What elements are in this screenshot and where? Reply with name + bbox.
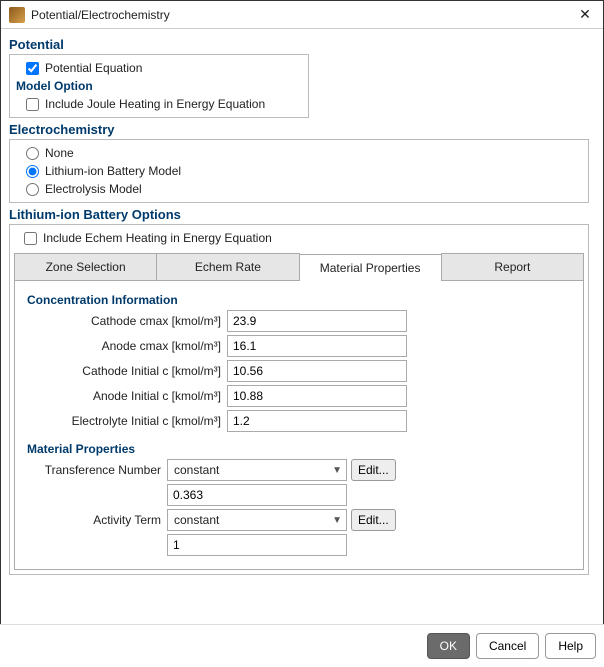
cathode-initial-input[interactable] <box>227 360 407 382</box>
transference-row: Transference Number constant ▼ Edit... <box>27 459 571 481</box>
transference-value-input[interactable] <box>167 484 347 506</box>
joule-heating-label: Include Joule Heating in Energy Equation <box>45 97 265 111</box>
radio-electrolysis-label: Electrolysis Model <box>45 182 142 196</box>
joule-heating-row: Include Joule Heating in Energy Equation <box>16 95 302 113</box>
radio-lithium-label: Lithium-ion Battery Model <box>45 164 181 178</box>
anode-cmax-label: Anode cmax [kmol/m³] <box>27 339 227 353</box>
concentration-heading: Concentration Information <box>27 293 571 307</box>
material-properties-pane: Concentration Information Cathode cmax [… <box>14 281 584 570</box>
electrochemistry-panel: None Lithium-ion Battery Model Electroly… <box>9 139 589 203</box>
material-properties-heading: Material Properties <box>27 442 571 456</box>
ok-button[interactable]: OK <box>427 633 470 659</box>
anode-initial-row: Anode Initial c [kmol/m³] <box>27 385 571 407</box>
window-title: Potential/Electrochemistry <box>31 8 575 22</box>
activity-value-input[interactable] <box>167 534 347 556</box>
anode-initial-input[interactable] <box>227 385 407 407</box>
potential-equation-label: Potential Equation <box>45 61 142 75</box>
tab-report[interactable]: Report <box>441 253 584 280</box>
electrolyte-initial-row: Electrolyte Initial c [kmol/m³] <box>27 410 571 432</box>
chevron-down-icon: ▼ <box>332 465 342 476</box>
transference-label: Transference Number <box>27 463 167 477</box>
radio-electrolysis[interactable] <box>26 183 39 196</box>
app-icon <box>9 7 25 23</box>
tab-material-properties[interactable]: Material Properties <box>299 254 442 281</box>
radio-none-label: None <box>45 146 74 160</box>
potential-panel: Potential Equation Model Option Include … <box>9 54 309 118</box>
electrolyte-initial-label: Electrolyte Initial c [kmol/m³] <box>27 414 227 428</box>
radio-none-row: None <box>16 144 582 162</box>
joule-heating-checkbox[interactable] <box>26 98 39 111</box>
radio-lithium-row: Lithium-ion Battery Model <box>16 162 582 180</box>
help-button[interactable]: Help <box>545 633 596 659</box>
potential-heading: Potential <box>9 37 595 52</box>
lithium-options-heading: Lithium-ion Battery Options <box>9 207 595 222</box>
cathode-initial-label: Cathode Initial c [kmol/m³] <box>27 364 227 378</box>
radio-none[interactable] <box>26 147 39 160</box>
electrochemistry-heading: Electrochemistry <box>9 122 595 137</box>
activity-edit-button[interactable]: Edit... <box>351 509 396 531</box>
anode-initial-label: Anode Initial c [kmol/m³] <box>27 389 227 403</box>
activity-value-row <box>27 534 571 556</box>
electrolyte-initial-input[interactable] <box>227 410 407 432</box>
radio-electrolysis-row: Electrolysis Model <box>16 180 582 198</box>
cathode-cmax-row: Cathode cmax [kmol/m³] <box>27 310 571 332</box>
echem-heating-label: Include Echem Heating in Energy Equation <box>43 231 272 245</box>
dialog-footer: OK Cancel Help <box>0 624 604 667</box>
anode-cmax-row: Anode cmax [kmol/m³] <box>27 335 571 357</box>
titlebar: Potential/Electrochemistry ✕ <box>1 1 603 29</box>
model-option-heading: Model Option <box>16 79 302 93</box>
echem-heating-checkbox[interactable] <box>24 232 37 245</box>
cancel-button[interactable]: Cancel <box>476 633 539 659</box>
transference-dropdown-text: constant <box>174 463 332 477</box>
activity-dropdown[interactable]: constant ▼ <box>167 509 347 531</box>
cathode-cmax-label: Cathode cmax [kmol/m³] <box>27 314 227 328</box>
tabbar: Zone Selection Echem Rate Material Prope… <box>14 253 584 281</box>
transference-value-row <box>27 484 571 506</box>
cathode-cmax-input[interactable] <box>227 310 407 332</box>
potential-equation-checkbox[interactable] <box>26 62 39 75</box>
echem-heating-row: Include Echem Heating in Energy Equation <box>14 229 584 247</box>
anode-cmax-input[interactable] <box>227 335 407 357</box>
tab-zone-selection[interactable]: Zone Selection <box>14 253 157 280</box>
cathode-initial-row: Cathode Initial c [kmol/m³] <box>27 360 571 382</box>
tab-echem-rate[interactable]: Echem Rate <box>156 253 299 280</box>
chevron-down-icon: ▼ <box>332 515 342 526</box>
activity-dropdown-text: constant <box>174 513 332 527</box>
transference-dropdown[interactable]: constant ▼ <box>167 459 347 481</box>
activity-row: Activity Term constant ▼ Edit... <box>27 509 571 531</box>
activity-label: Activity Term <box>27 513 167 527</box>
lithium-options-panel: Include Echem Heating in Energy Equation… <box>9 224 589 575</box>
transference-edit-button[interactable]: Edit... <box>351 459 396 481</box>
close-icon[interactable]: ✕ <box>575 5 595 25</box>
radio-lithium[interactable] <box>26 165 39 178</box>
dialog-content: Potential Potential Equation Model Optio… <box>1 29 603 587</box>
potential-equation-row: Potential Equation <box>16 59 302 77</box>
